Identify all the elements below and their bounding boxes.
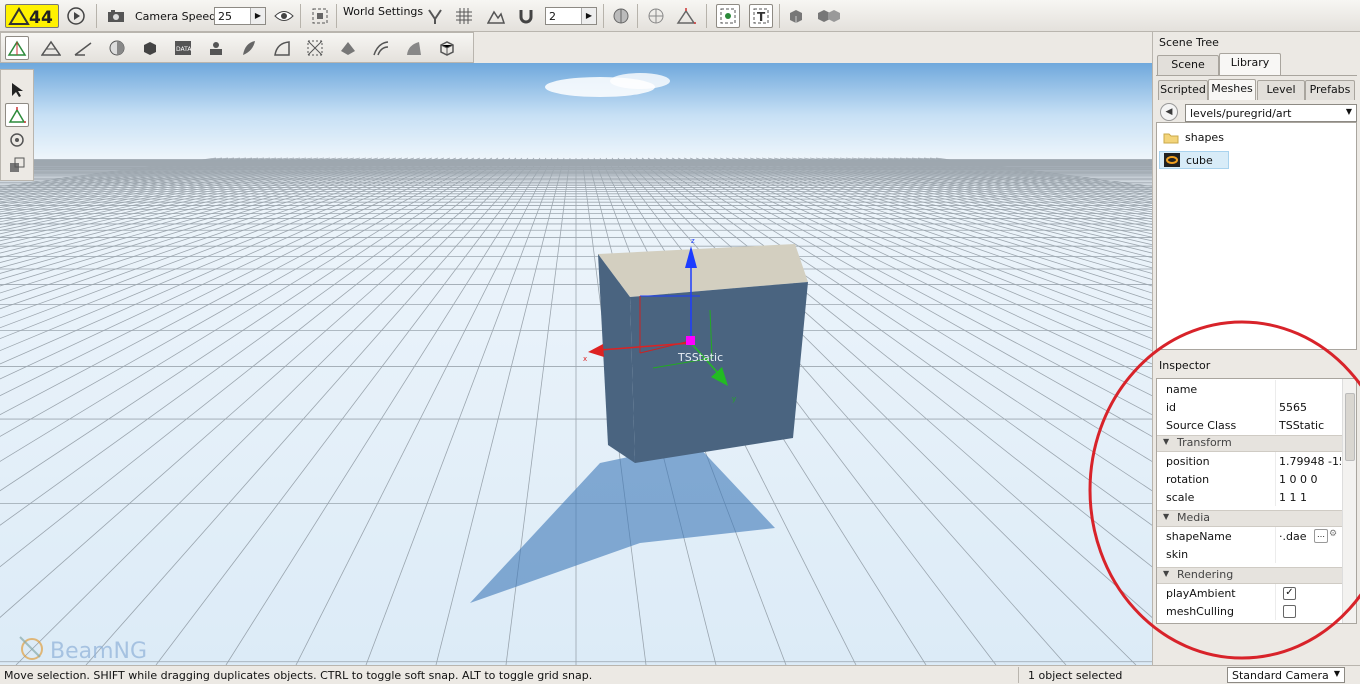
axis-z-label: z: [691, 237, 695, 245]
list-item[interactable]: cube: [1159, 151, 1229, 169]
move-tool-icon[interactable]: [5, 103, 29, 127]
list-item-label: shapes: [1185, 130, 1224, 144]
library-path-value: levels/puregrid/art: [1190, 107, 1292, 120]
svg-text:4: 4: [29, 8, 41, 26]
toolbar-separator: [300, 4, 301, 28]
toolbar-separator: [336, 4, 337, 28]
status-message: Move selection. SHIFT while dragging dup…: [4, 669, 593, 682]
snap-size-field[interactable]: 2 ▶: [545, 7, 597, 25]
list-item[interactable]: shapes: [1159, 128, 1228, 146]
rotate-tool-icon[interactable]: [5, 128, 29, 152]
editor-tools-toolbar: DATA: [0, 32, 474, 63]
svg-text:4: 4: [41, 8, 53, 26]
toolbar-separator: [779, 4, 780, 28]
transform-tools-strip: [0, 69, 34, 181]
toolbar-separator: [706, 4, 707, 28]
datablock-editor-icon[interactable]: DATA: [171, 36, 195, 60]
subtab-meshes[interactable]: Meshes: [1208, 79, 1256, 100]
editor-logo-icon: 44: [5, 4, 59, 28]
object-select-icon[interactable]: [716, 4, 740, 28]
object-center-icon[interactable]: [644, 4, 668, 28]
river-editor-icon[interactable]: [369, 36, 393, 60]
tab-divider: [1156, 75, 1357, 76]
forest-editor-icon[interactable]: [237, 36, 261, 60]
snap-bone-icon[interactable]: [423, 4, 447, 28]
camera-speed-field[interactable]: 25 ▶: [214, 7, 266, 25]
selection-count: 1 object selected: [1028, 669, 1123, 682]
3d-viewport[interactable]: z y x TSStatic BeamNG: [0, 63, 1152, 665]
camera-icon[interactable]: [104, 4, 128, 28]
subtab-level[interactable]: Level: [1257, 80, 1305, 100]
drop-object-icon[interactable]: [784, 4, 808, 28]
sketch-tool-icon[interactable]: [138, 36, 162, 60]
scene-tree-title: Scene Tree: [1159, 36, 1219, 49]
axis-y-label: y: [732, 395, 736, 403]
mesh-road-editor-icon[interactable]: [402, 36, 426, 60]
camera-speed-value: 25: [218, 10, 232, 23]
tab-library[interactable]: Library: [1219, 53, 1281, 75]
svg-text:DATA: DATA: [176, 46, 192, 53]
folder-icon: [1163, 133, 1179, 143]
back-arrow-icon[interactable]: ◀: [1160, 103, 1178, 121]
toolbar-separator: [637, 4, 638, 28]
scene-render[interactable]: z y x TSStatic BeamNG: [0, 63, 1152, 665]
terrain-snap-icon[interactable]: [484, 4, 508, 28]
select-arrow-icon[interactable]: [5, 78, 29, 102]
decal-editor-icon[interactable]: [336, 36, 360, 60]
grid-snap-icon[interactable]: [452, 4, 476, 28]
shape-editor-icon[interactable]: [435, 36, 459, 60]
toolbar-separator: [603, 4, 604, 28]
terrain-editor-icon[interactable]: [39, 36, 63, 60]
bounds-icon[interactable]: [609, 4, 633, 28]
scale-tool-icon[interactable]: [5, 153, 29, 177]
subtab-scripted[interactable]: Scripted: [1158, 80, 1208, 100]
snap-size-arrow-icon[interactable]: ▶: [581, 8, 596, 24]
snap-size-value: 2: [549, 10, 556, 23]
object-editor-icon[interactable]: [5, 36, 29, 60]
fit-view-icon[interactable]: [308, 4, 332, 28]
axis-x-label: x: [583, 355, 587, 363]
camera-speed-arrow-icon[interactable]: ▶: [250, 8, 265, 24]
highlight-circle: [1088, 320, 1360, 660]
prefab-icon[interactable]: [814, 4, 844, 28]
mesh-icon: [1164, 153, 1180, 167]
magnet-icon[interactable]: [514, 4, 538, 28]
navmesh-editor-icon[interactable]: [303, 36, 327, 60]
svg-text:T: T: [757, 10, 766, 24]
world-transform-icon[interactable]: [674, 4, 698, 28]
road-editor-icon[interactable]: [270, 36, 294, 60]
library-path-dropdown[interactable]: levels/puregrid/art ▼: [1185, 104, 1357, 122]
watermark-text: BeamNG: [50, 639, 147, 664]
camera-mode-dropdown[interactable]: Standard Camera ▼: [1227, 667, 1345, 683]
camera-mode-value: Standard Camera: [1232, 669, 1329, 682]
play-icon[interactable]: [64, 4, 88, 28]
subtab-prefabs[interactable]: Prefabs: [1305, 80, 1355, 100]
camera-speed-label: Camera Speed: [135, 10, 217, 23]
toolbar-separator: [96, 4, 97, 28]
particle-editor-icon[interactable]: [204, 36, 228, 60]
status-bar: Move selection. SHIFT while dragging dup…: [0, 665, 1360, 684]
text-labels-icon[interactable]: T: [749, 4, 773, 28]
library-list: shapes cube: [1156, 122, 1357, 350]
list-item-label: cube: [1186, 153, 1213, 167]
main-toolbar: 44 Camera Speed 25 ▶ World Settings 2 ▶: [0, 0, 1360, 32]
chevron-down-icon[interactable]: ▼: [1346, 107, 1352, 116]
chevron-down-icon[interactable]: ▼: [1334, 669, 1340, 678]
material-editor-icon[interactable]: [105, 36, 129, 60]
terrain-painter-icon[interactable]: [71, 36, 95, 60]
tab-scene[interactable]: Scene: [1157, 55, 1219, 75]
world-settings-label[interactable]: World Settings: [343, 5, 423, 18]
object-label: TSStatic: [677, 351, 723, 364]
visibility-eye-icon[interactable]: [272, 4, 296, 28]
